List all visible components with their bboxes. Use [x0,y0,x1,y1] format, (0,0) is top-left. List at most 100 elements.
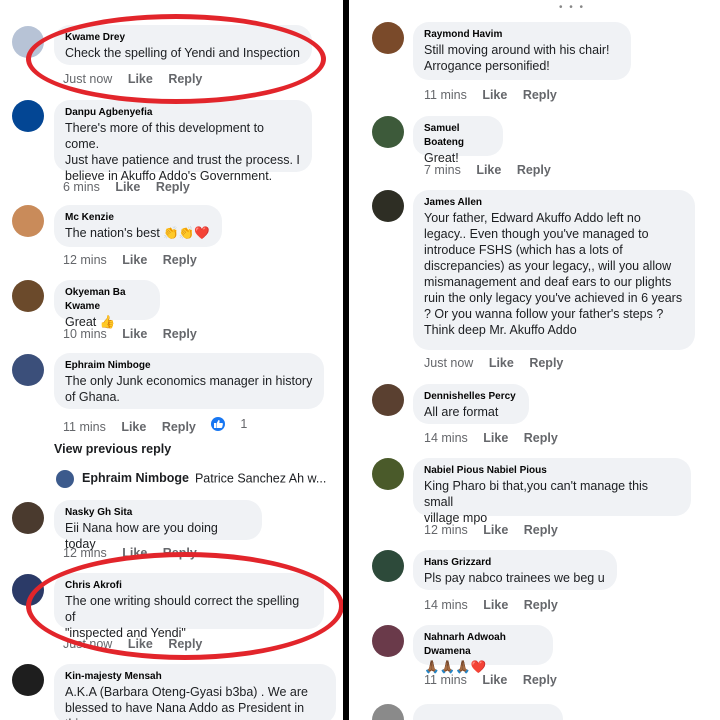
avatar[interactable] [12,26,44,58]
like-button[interactable]: Like [482,673,507,687]
comment-actions: 6 mins Like Reply [63,180,202,194]
like-button[interactable]: Like [122,546,147,560]
comment-author[interactable]: Hans Grizzard [424,556,606,570]
avatar[interactable] [12,502,44,534]
reply-button[interactable]: Reply [162,420,196,434]
avatar[interactable] [12,354,44,386]
avatar[interactable] [12,205,44,237]
reply-button[interactable]: Reply [168,637,202,651]
comment-time[interactable]: 12 mins [424,523,468,537]
avatar [56,470,74,488]
more-dots: • • • [559,2,586,13]
comment-author[interactable]: Samuel Boateng [424,122,492,150]
comment-actions: 14 mins Like Reply [424,431,570,445]
comment-author[interactable]: Okyeman Ba Kwame [65,286,149,314]
comment-time[interactable]: 6 mins [63,180,100,194]
avatar[interactable] [372,22,404,54]
like-button[interactable]: Like [482,88,507,102]
like-button[interactable]: Like [128,72,153,86]
comment-author[interactable]: Nabiel Pious Nabiel Pious [424,464,680,478]
comment-actions: Just now Like Reply [63,72,214,86]
comment-bubble: Danpu Agbenyefia There's more of this de… [54,100,312,183]
like-button[interactable]: Like [483,431,508,445]
comment-bubble: Dennishelles Percy All are format [413,384,529,424]
avatar[interactable] [372,458,404,490]
like-button[interactable]: Like [122,327,147,341]
comment-text: A.K.A (Barbara Oteng-Gyasi b3ba) . We ar… [65,685,308,720]
comment-text: Check the spelling of Yendi and Inspecti… [65,46,300,60]
avatar[interactable] [372,384,404,416]
reply-button[interactable]: Reply [524,431,558,445]
avatar[interactable] [372,550,404,582]
comment-text: King Pharo bi that,you can't manage this… [424,479,649,525]
comment-author[interactable]: Nahnarh Adwoah Dwamena [424,631,542,659]
reply-button[interactable]: Reply [517,163,551,177]
reply-snippet: Patrice Sanchez Ah w... [194,471,327,486]
reply-author: Ephraim Nimboge [82,471,189,486]
comment-bubble: Ephraim Nimboge The only Junk economics … [54,353,324,409]
comment-bubble: Raymond Havim Still moving around with h… [413,22,631,80]
reply-button[interactable]: Reply [163,253,197,267]
comment-time[interactable]: 14 mins [424,431,468,445]
like-button[interactable]: Like [489,356,514,370]
comment-author[interactable]: Chris Akrofi [65,579,313,593]
comment-time[interactable]: 12 mins [63,253,107,267]
reply-button[interactable]: Reply [529,356,563,370]
avatar[interactable] [12,574,44,606]
avatar[interactable] [12,100,44,132]
reaction-count: 1 [240,417,248,431]
like-button[interactable]: Like [483,523,508,537]
comment-time[interactable]: 7 mins [424,163,461,177]
like-button[interactable]: Like [483,598,508,612]
comment-actions: 11 mins Like Reply [424,673,569,687]
reply-button[interactable]: Reply [523,673,557,687]
reply-preview[interactable]: Ephraim Nimboge Patrice Sanchez Ah w... [56,470,326,488]
reply-button[interactable]: Reply [156,180,190,194]
avatar[interactable] [372,190,404,222]
comment-author[interactable]: James Allen [424,196,684,210]
like-button[interactable]: Like [128,637,153,651]
avatar[interactable] [372,116,404,148]
comment-text: Pls pay nabco trainees we beg u [424,571,605,585]
reply-button[interactable]: Reply [524,598,558,612]
comment-author[interactable]: Kin-majesty Mensah [65,670,325,684]
like-button[interactable]: Like [122,253,147,267]
comment-bubble: Okyeman Ba Kwame Great 👍 [54,280,160,329]
comment-time[interactable]: 12 mins [63,546,107,560]
like-button[interactable]: Like [115,180,140,194]
comment-author[interactable]: Danpu Agbenyefia [65,106,301,120]
reply-button[interactable]: Reply [168,72,202,86]
reply-button[interactable]: Reply [163,546,197,560]
comment-actions: 12 mins Like Reply [424,523,570,537]
comment-bubble: Chris Akrofi The one writing should corr… [54,573,324,640]
comment-time[interactable]: Just now [63,637,112,651]
comment-time[interactable]: 11 mins [424,88,467,102]
like-button[interactable]: Like [476,163,501,177]
reply-button[interactable]: Reply [523,88,557,102]
comment-author[interactable]: Raymond Havim [424,28,620,42]
avatar[interactable] [12,664,44,696]
comment-time[interactable]: 10 mins [63,327,107,341]
comment-time[interactable]: 11 mins [424,673,467,687]
comment-time[interactable]: Just now [63,72,112,86]
reaction-summary[interactable]: 1 [211,417,259,431]
avatar[interactable] [372,704,404,720]
view-previous-reply-link[interactable]: View previous reply [54,442,171,456]
comment-time[interactable]: 14 mins [424,598,468,612]
comment-author[interactable]: Mc Kenzie [65,211,211,225]
comment-author[interactable]: Ephraim Nimboge [65,359,313,373]
comment-author[interactable]: Dennishelles Percy [424,390,518,404]
avatar[interactable] [12,280,44,312]
comment-time[interactable]: Just now [424,356,473,370]
avatar[interactable] [372,625,404,657]
comment-author[interactable]: Nasky Gh Sita [65,506,251,520]
comment-author[interactable]: Kwame Drey [65,31,301,45]
reply-button[interactable]: Reply [163,327,197,341]
comment-actions: Just now Like Reply [63,637,214,651]
comment-actions: 11 mins Like Reply [424,88,569,102]
like-button[interactable]: Like [121,420,146,434]
comment-time[interactable]: 11 mins [63,420,106,434]
reply-button[interactable]: Reply [524,523,558,537]
comment-actions: 12 mins Like Reply [63,546,209,560]
comment-bubble: Nabiel Pious Nabiel Pious King Pharo bi … [413,458,691,525]
